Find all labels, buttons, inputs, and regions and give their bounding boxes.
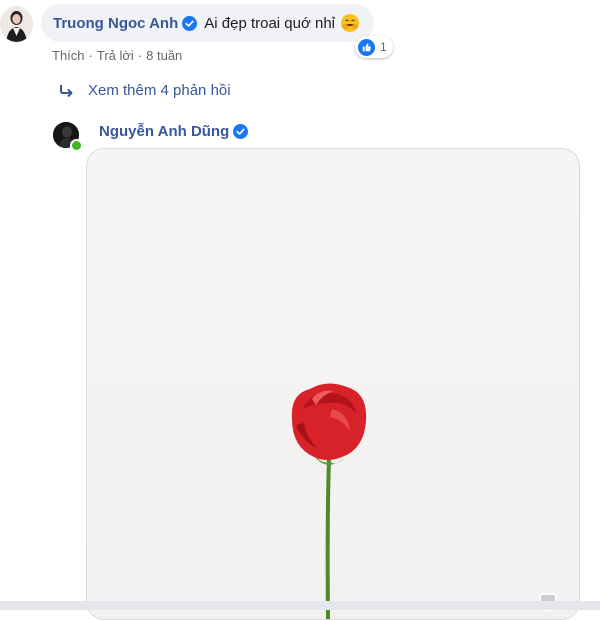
like-reaction-icon xyxy=(358,38,375,56)
separator-dot: · xyxy=(137,48,143,63)
view-more-replies-button[interactable]: Xem thêm 4 phản hồi xyxy=(58,82,231,99)
view-more-replies-label: Xem thêm 4 phản hồi xyxy=(88,82,231,99)
rose-gif-attachment[interactable] xyxy=(86,148,580,620)
online-status-dot xyxy=(70,139,83,152)
divider xyxy=(0,601,600,610)
comment-timestamp[interactable]: 8 tuần xyxy=(146,48,182,63)
comment-actions: Thích · Trả lời · 8 tuần xyxy=(52,48,182,63)
separator-dot: · xyxy=(88,48,93,63)
comment-bubble: Truong Ngoc Anh Ai đẹp troai quớ nhỉ xyxy=(41,4,375,42)
comment-author-name[interactable]: Truong Ngoc Anh xyxy=(53,15,178,32)
verified-badge-icon xyxy=(182,15,198,31)
reply-author: Nguyễn Anh Dũng xyxy=(99,123,249,140)
rose-image xyxy=(291,383,367,619)
reaction-count: 1 xyxy=(380,40,387,54)
reply-button[interactable]: Trả lời xyxy=(97,48,134,63)
verified-badge-icon xyxy=(233,124,249,139)
avatar-truong-ngoc-anh[interactable] xyxy=(0,6,33,42)
reaction-summary[interactable]: 1 xyxy=(355,36,393,58)
reply-author-name[interactable]: Nguyễn Anh Dũng xyxy=(99,123,229,140)
blushing-hug-emoji-icon xyxy=(341,14,360,32)
comment-text: Ai đẹp troai quớ nhỉ xyxy=(204,14,336,32)
reply-arrow-icon xyxy=(60,84,73,97)
like-button[interactable]: Thích xyxy=(52,48,85,63)
